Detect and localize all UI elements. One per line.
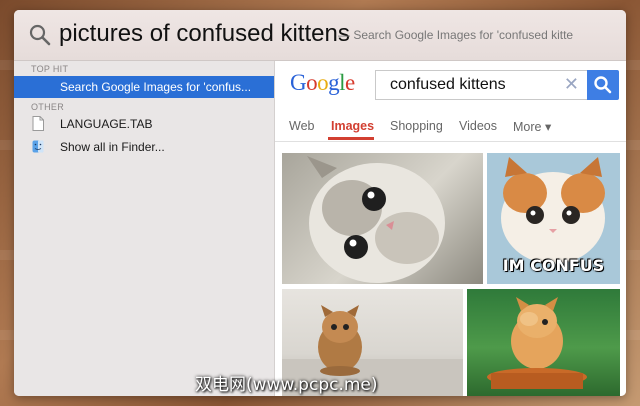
tab-more[interactable]: More ▾ [513, 119, 551, 134]
tab-web[interactable]: Web [289, 119, 314, 133]
spotlight-search-bar[interactable]: pictures of confused kittens — Search Go… [14, 10, 626, 61]
finder-icon [32, 140, 44, 153]
section-label-top-hit: TOP HIT [31, 64, 69, 74]
tab-shopping[interactable]: Shopping [390, 119, 443, 133]
google-search-value: confused kittens [390, 76, 506, 93]
google-search-button[interactable] [587, 70, 619, 100]
section-label-other: OTHER [31, 102, 64, 112]
image-result-4[interactable] [467, 289, 620, 396]
kitten-photo [487, 297, 587, 389]
result-row-show-all-in-finder[interactable]: Show all in Finder... [14, 136, 274, 158]
spotlight-query-hint: — Search Google Images for 'confused kit… [338, 28, 574, 42]
google-logo: Google [290, 70, 355, 95]
tab-videos[interactable]: Videos [459, 119, 497, 133]
tab-images[interactable]: Images [331, 119, 374, 133]
result-row-label: Search Google Images for 'confus... [60, 80, 252, 94]
result-row-language-tab[interactable]: LANGUAGE.TAB [14, 113, 274, 135]
spotlight-window: pictures of confused kittens — Search Go… [14, 10, 626, 396]
search-icon [29, 24, 51, 46]
image-caption: IM CONFUS [502, 256, 605, 275]
google-preview-pane: Google confused kittens ✕ Web Images Sho… [275, 61, 626, 396]
search-icon [594, 76, 612, 94]
image-result-1[interactable] [282, 153, 483, 284]
result-row-label: LANGUAGE.TAB [60, 117, 153, 131]
google-tabs: Web Images Shopping Videos More ▾ [275, 115, 626, 142]
kitten-photo [307, 156, 445, 283]
clear-icon[interactable]: ✕ [564, 74, 579, 95]
result-row-label: Show all in Finder... [60, 140, 165, 154]
spotlight-query-text[interactable]: pictures of confused kittens [59, 20, 350, 48]
image-result-2[interactable]: IM CONFUS [487, 153, 620, 284]
document-icon [32, 116, 44, 131]
active-tab-indicator [328, 137, 374, 140]
results-sidebar: TOP HIT Search Google Images for 'confus… [14, 61, 275, 396]
google-search-input[interactable]: confused kittens ✕ [375, 70, 588, 100]
result-row-google-images[interactable]: Search Google Images for 'confus... [14, 76, 274, 98]
watermark: 双电网(www.pcpc.me) [195, 375, 378, 395]
